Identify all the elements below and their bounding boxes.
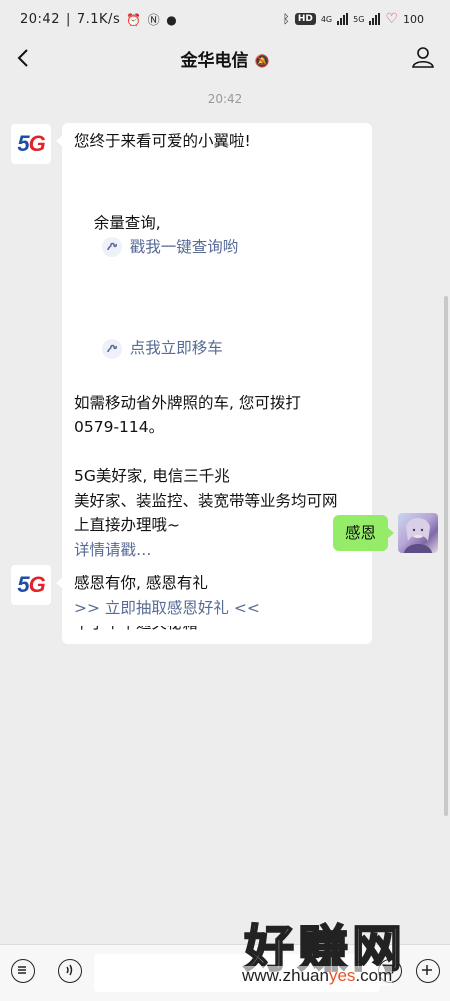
voice-icon[interactable] (58, 959, 82, 983)
my-message-text: 感恩 (344, 524, 376, 542)
move-text-2: 0579-114。 (74, 418, 165, 436)
bluetooth-icon: ᛒ (282, 12, 290, 26)
user-avatar[interactable] (398, 513, 438, 553)
bell-off-icon: 🔕 (254, 54, 270, 68)
promo-text-2: 美好家、装监控、装宽带等业务均可网 (74, 491, 338, 510)
move-mini-link[interactable]: 点我立即移车 (94, 336, 223, 361)
balance-mini-link[interactable]: 戳我一键查询哟 (94, 235, 239, 260)
scrollbar[interactable] (444, 296, 448, 816)
signal-icon (337, 13, 349, 25)
menu-icon[interactable] (11, 959, 35, 983)
thanks-text: 感恩有你, 感恩有礼 (74, 574, 208, 592)
net-speed: 7.1K/s (76, 12, 121, 27)
avatar[interactable]: 5G (11, 565, 51, 605)
net-type-5g: 5G (353, 14, 365, 24)
draw-gift-link[interactable]: >> 立即抽取感恩好礼 << (74, 596, 260, 621)
chat-title: 金华电信 (180, 51, 249, 71)
promo-text-3: 上直接办理哦~ (74, 516, 180, 534)
net-type-4g: 4G (320, 14, 333, 24)
balance-link[interactable]: 戳我一键查询哟 (130, 235, 239, 260)
notification-dot-icon: ● (166, 12, 178, 27)
user-avatar-image (404, 518, 432, 553)
move-link[interactable]: 点我立即移车 (130, 336, 223, 361)
message-timestamp: 20:42 (207, 92, 243, 106)
emoji-icon[interactable] (378, 959, 402, 983)
mini-program-icon (101, 237, 122, 258)
my-message-bubble: 感恩 (332, 515, 395, 551)
mini-program-icon (101, 338, 122, 359)
chat-title-wrap: 金华电信 🔕 (0, 46, 450, 71)
status-time: 20:42 (20, 12, 60, 27)
logo-g: G (28, 572, 46, 597)
battery-level: 100 (403, 12, 424, 26)
avatar[interactable]: 5G (11, 124, 51, 164)
status-separator: | (65, 12, 71, 27)
person-icon[interactable] (410, 44, 436, 70)
balance-line: 余量查询, 戳我一键查询哟 (74, 186, 360, 289)
alarm-icon: ⏰ (126, 12, 142, 27)
battery-heart-icon: ♡ (385, 11, 398, 27)
input-bar (0, 944, 450, 1001)
move-line: 点我立即移车 (74, 312, 360, 391)
chat-header: 金华电信 🔕 (0, 38, 450, 78)
hd-badge: HD (294, 13, 316, 25)
move-text-1: 如需移动省外牌照的车, 您可拨打 (74, 393, 301, 412)
promo-text-1: 5G美好家, 电信三千兆 (74, 467, 230, 485)
status-right: ᛒ HD 4G 5G ♡ 100 (283, 11, 424, 27)
greeting-text: 您终于来看可爱的小翼啦! (74, 132, 251, 150)
status-left: 20:42 | 7.1K/s ⏰ Ⓝ ● (20, 11, 177, 28)
message-input[interactable] (94, 954, 380, 992)
nfc-icon: Ⓝ (147, 13, 161, 27)
logo-5: 5 (17, 572, 29, 597)
signal-2-icon (369, 13, 381, 25)
balance-prefix: 余量查询, (93, 213, 161, 232)
status-bar: 20:42 | 7.1K/s ⏰ Ⓝ ● ᛒ HD 4G 5G ♡ 100 (0, 0, 450, 38)
message-bubble: 感恩有你, 感恩有礼 >> 立即抽取感恩好礼 << (56, 565, 272, 626)
plus-icon[interactable] (416, 959, 440, 983)
detail-link[interactable]: 详情请戳… (74, 538, 360, 563)
logo-5: 5 (17, 131, 29, 156)
logo-g: G (28, 131, 46, 156)
